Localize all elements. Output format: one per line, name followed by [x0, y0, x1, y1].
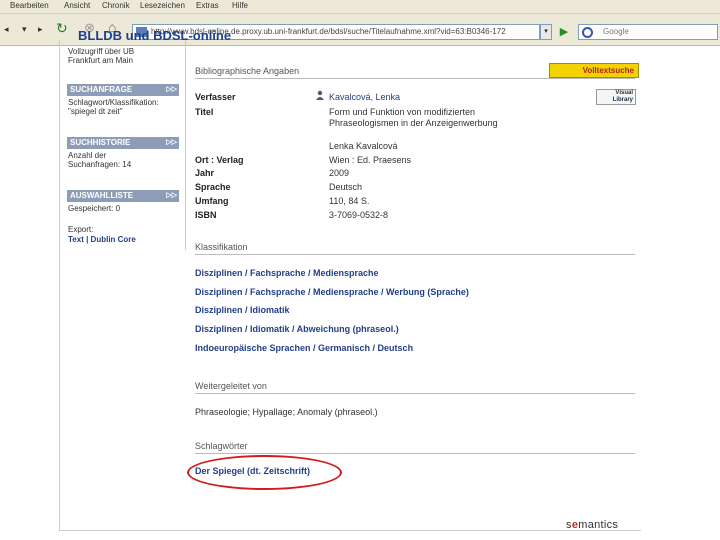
menu-ansicht[interactable]: Ansicht — [64, 1, 90, 10]
menu-bearbeiten[interactable]: Bearbeiten — [10, 1, 49, 10]
suchanfrage-title: SUCHANFRAGE — [70, 85, 133, 94]
person-icon — [316, 90, 324, 100]
semantics-logo: semantics — [566, 519, 618, 531]
field-value-umfang: 110, 84 S. — [329, 196, 370, 206]
field-label-titel: Titel — [195, 107, 214, 117]
reload-icon[interactable]: ↻ — [56, 20, 68, 37]
search-box[interactable]: Google — [578, 24, 718, 40]
browser-menu-bar: Bearbeiten Ansicht Chronik Lesezeichen E… — [0, 0, 720, 14]
menu-chronik[interactable]: Chronik — [102, 1, 130, 10]
klassifikation-link-3[interactable]: Disziplinen / Idiomatik — [195, 305, 290, 315]
auswahlliste-title: AUSWAHLLISTE — [70, 191, 134, 200]
suchhistorie-header[interactable]: SUCHHISTORIE ▷▷ — [67, 137, 179, 149]
back-arrow-icon[interactable]: ◂ — [4, 24, 9, 35]
expand-arrows-icon: ▷▷ — [166, 192, 177, 199]
search-placeholder: Google — [603, 27, 629, 36]
field-label-sprache: Sprache — [195, 182, 231, 192]
visual-library-button[interactable]: Visual Library — [596, 89, 636, 105]
dropdown-arrow-icon[interactable]: ▾ — [22, 24, 27, 35]
go-button[interactable]: ▶ — [556, 24, 572, 40]
google-icon — [582, 27, 593, 38]
menu-lesezeichen[interactable]: Lesezeichen — [140, 1, 185, 10]
access-text-line-2: Frankfurt am Main — [68, 56, 133, 65]
field-value-titel: Form und Funktion von modifizierten Phra… — [329, 107, 498, 128]
suchhistorie-line-1: Anzahl der — [68, 151, 107, 160]
field-value-verfasser[interactable]: Kavalcová, Lenka — [329, 92, 519, 103]
field-value-ort-verlag: Wien : Ed. Praesens — [329, 155, 412, 165]
highlight-oval — [187, 455, 342, 490]
weitergeleitet-text: Phraseologie; Hypallage; Anomaly (phrase… — [195, 407, 378, 417]
field-label-verfasser: Verfasser — [195, 92, 236, 102]
page-bottom-border — [59, 530, 641, 531]
field-value-isbn: 3-7069-0532-8 — [329, 210, 389, 220]
field-value-sprache: Deutsch — [329, 182, 363, 192]
auswahlliste-header[interactable]: AUSWAHLLISTE ▷▷ — [67, 190, 179, 202]
section-weitergeleitet-von: Weitergeleitet von — [195, 381, 635, 394]
export-label: Export: — [68, 225, 94, 234]
klassifikation-link-1[interactable]: Disziplinen / Fachsprache / Mediensprach… — [195, 268, 379, 278]
suchanfrage-header[interactable]: SUCHANFRAGE ▷▷ — [67, 84, 179, 96]
volltextsuche-button[interactable]: Volltextsuche — [549, 63, 639, 78]
klassifikation-link-4[interactable]: Disziplinen / Idiomatik / Abweichung (ph… — [195, 324, 399, 334]
menu-extras[interactable]: Extras — [196, 1, 219, 10]
auswahlliste-line-1: Gespeichert: 0 — [68, 204, 121, 213]
expand-arrows-icon: ▷▷ — [166, 86, 177, 93]
field-value-author-statement: Lenka Kavalcová — [329, 141, 398, 151]
section-klassifikation: Klassifikation — [195, 242, 635, 255]
suchanfrage-line-1: Schlagwort/Klassifikation: — [68, 98, 159, 107]
page-left-border — [59, 40, 60, 530]
field-label-jahr: Jahr — [195, 168, 215, 178]
klassifikation-link-2[interactable]: Disziplinen / Fachsprache / Mediensprach… — [195, 287, 469, 297]
access-text-line-1: Vollzugriff über UB — [68, 47, 135, 56]
field-label-isbn: ISBN — [195, 210, 217, 220]
forward-arrow-icon[interactable]: ▸ — [38, 24, 43, 35]
field-label-umfang: Umfang — [195, 196, 229, 206]
logo-part-3: mantics — [578, 519, 619, 531]
field-value-jahr: 2009 — [329, 168, 350, 178]
column-divider — [185, 40, 186, 250]
menu-hilfe[interactable]: Hilfe — [232, 1, 248, 10]
suchanfrage-line-2: "spiegel dt zeit" — [68, 107, 123, 116]
export-links[interactable]: Text | Dublin Core — [68, 235, 178, 244]
section-schlagwoerter: Schlagwörter — [195, 441, 635, 454]
klassifikation-link-5[interactable]: Indoeuropäische Sprachen / Germanisch / … — [195, 343, 413, 353]
slide-title: BLLDB und BDSL-online — [78, 28, 232, 43]
suchhistorie-title: SUCHHISTORIE — [70, 138, 131, 147]
suchhistorie-line-2: Suchanfragen: 14 — [68, 160, 132, 169]
field-label-ort-verlag: Ort : Verlag — [195, 155, 244, 165]
url-dropdown-button[interactable]: ▾ — [540, 24, 552, 40]
expand-arrows-icon: ▷▷ — [166, 139, 177, 146]
